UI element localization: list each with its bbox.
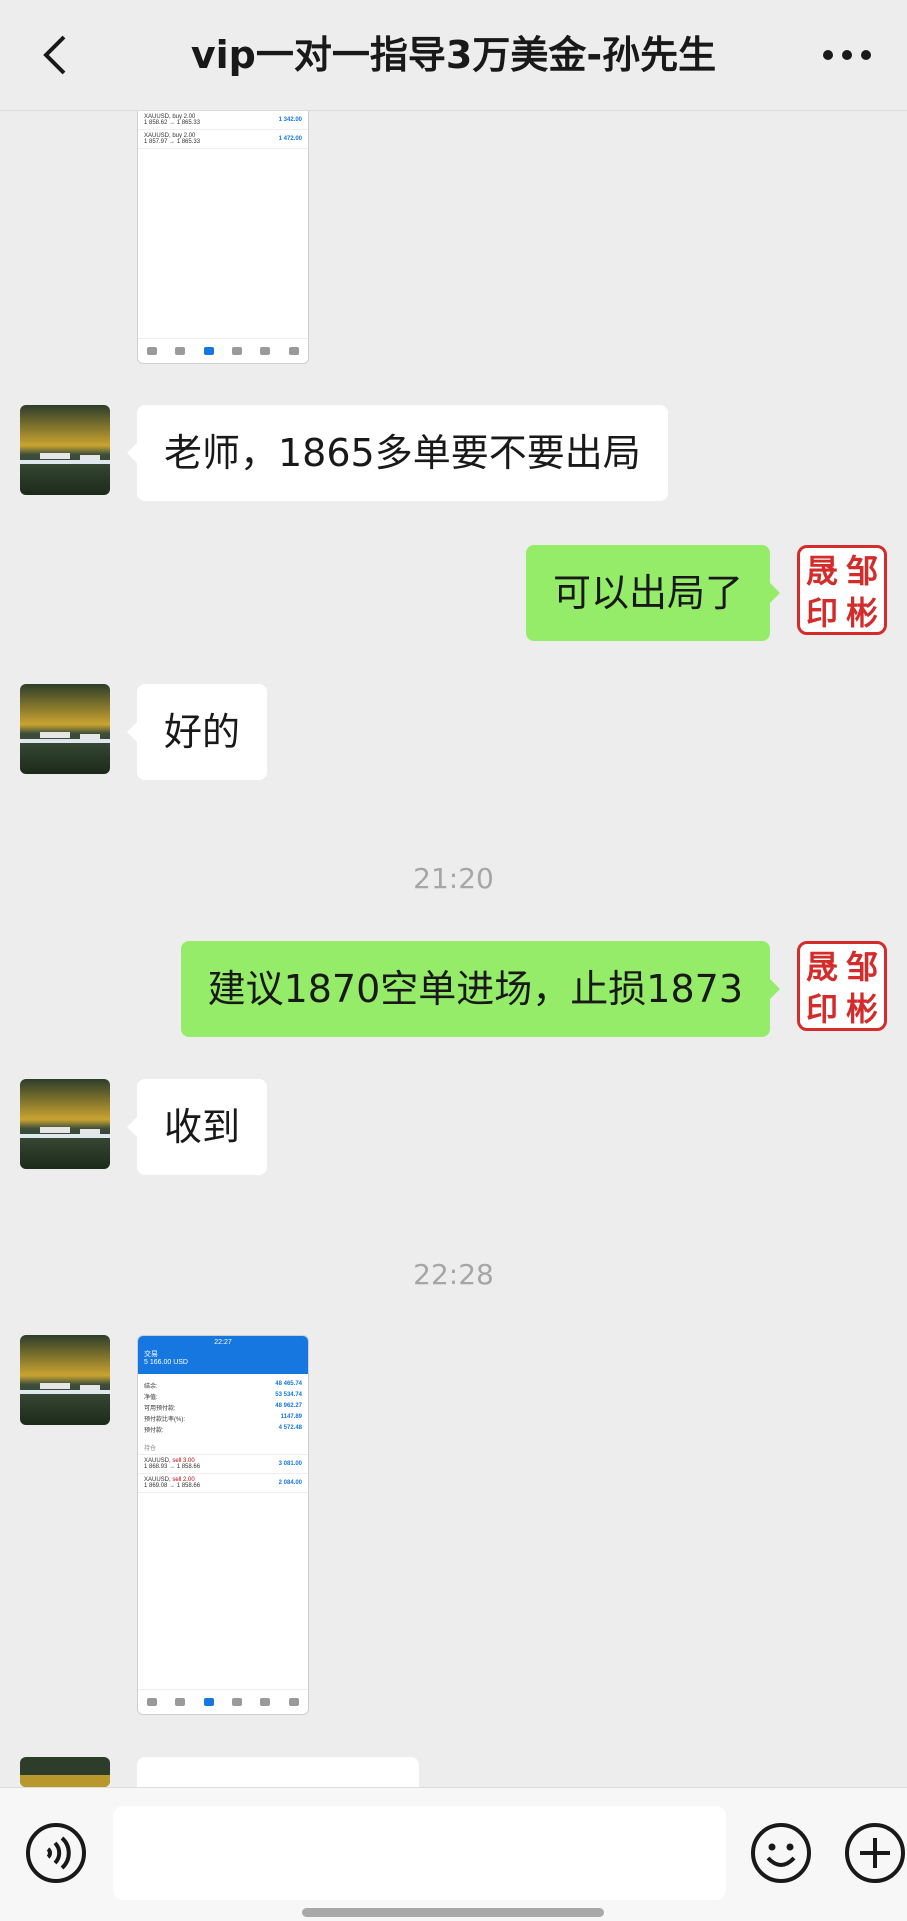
timestamp: 22:28 bbox=[413, 1258, 494, 1291]
chevron-left-icon bbox=[43, 35, 66, 75]
avatar[interactable] bbox=[20, 1079, 110, 1169]
message-bubble[interactable] bbox=[137, 1757, 419, 1787]
app-tabbar bbox=[138, 338, 308, 363]
more-button[interactable] bbox=[817, 30, 877, 80]
image-message[interactable]: 22:27 交易 5 166.00 USD 结余: 48 465.74 净值: 53… bbox=[137, 1335, 309, 1715]
app-header: 22:27 交易 5 166.00 USD bbox=[138, 1336, 308, 1374]
more-dots-icon bbox=[823, 50, 871, 60]
voice-icon bbox=[26, 1823, 86, 1883]
avatar[interactable] bbox=[20, 1335, 110, 1425]
message-bubble[interactable]: 建议1870空单进场，止损1873 bbox=[180, 941, 781, 1037]
app-tabbar bbox=[138, 1689, 308, 1714]
message-bubble[interactable]: 老师，1865多单要不要出局 bbox=[127, 405, 668, 501]
position-row: XAUUSD, buy 2.00 1 857.97 → 1 865.33 1 47… bbox=[138, 130, 308, 149]
emoji-button[interactable] bbox=[749, 1821, 813, 1885]
seal-avatar[interactable]: 晟邹印彬 bbox=[797, 545, 887, 635]
stat-row: 预付款比率(%): 1147.89 bbox=[144, 1414, 302, 1423]
home-indicator[interactable] bbox=[302, 1908, 604, 1917]
avatar[interactable] bbox=[20, 405, 110, 495]
plus-icon bbox=[845, 1823, 905, 1883]
chat-title: vip一对一指导3万美金-孙先生 bbox=[190, 33, 717, 77]
position-row: XAUUSD, sell 3.00 1 868.93 → 1 858.66 3 0… bbox=[138, 1455, 308, 1474]
seal-avatar[interactable]: 晟邹印彬 bbox=[797, 941, 887, 1031]
image-message[interactable]: XAUUSD, buy 2.00 1 858.62 → 1 865.33 1 34… bbox=[137, 80, 309, 364]
stat-row: 可用预付款: 48 962.27 bbox=[144, 1403, 302, 1412]
position-row: XAUUSD, buy 2.00 1 858.62 → 1 865.33 1 34… bbox=[138, 111, 308, 130]
message-bubble[interactable]: 好的 bbox=[126, 684, 268, 780]
position-row: XAUUSD, sell 2.00 1 869.08 → 1 858.66 2 0… bbox=[138, 1474, 308, 1493]
input-bar bbox=[0, 1787, 907, 1921]
voice-button[interactable] bbox=[24, 1821, 88, 1885]
message-bubble[interactable]: 收到 bbox=[126, 1079, 268, 1175]
avatar[interactable] bbox=[20, 1757, 110, 1787]
plus-button[interactable] bbox=[843, 1821, 907, 1885]
message-input[interactable] bbox=[113, 1806, 726, 1900]
chat-header: vip一对一指导3万美金-孙先生 bbox=[0, 0, 907, 111]
section-label: 持仓 bbox=[138, 1441, 308, 1455]
timestamp: 21:20 bbox=[413, 862, 494, 895]
stat-row: 净值: 53 534.74 bbox=[144, 1392, 302, 1401]
stat-row: 结余: 48 465.74 bbox=[144, 1381, 302, 1390]
message-bubble[interactable]: 可以出局了 bbox=[525, 545, 781, 641]
stat-row: 预付款: 4 572.48 bbox=[144, 1425, 302, 1434]
avatar[interactable] bbox=[20, 684, 110, 774]
emoji-icon bbox=[751, 1823, 811, 1883]
back-button[interactable] bbox=[30, 30, 80, 80]
